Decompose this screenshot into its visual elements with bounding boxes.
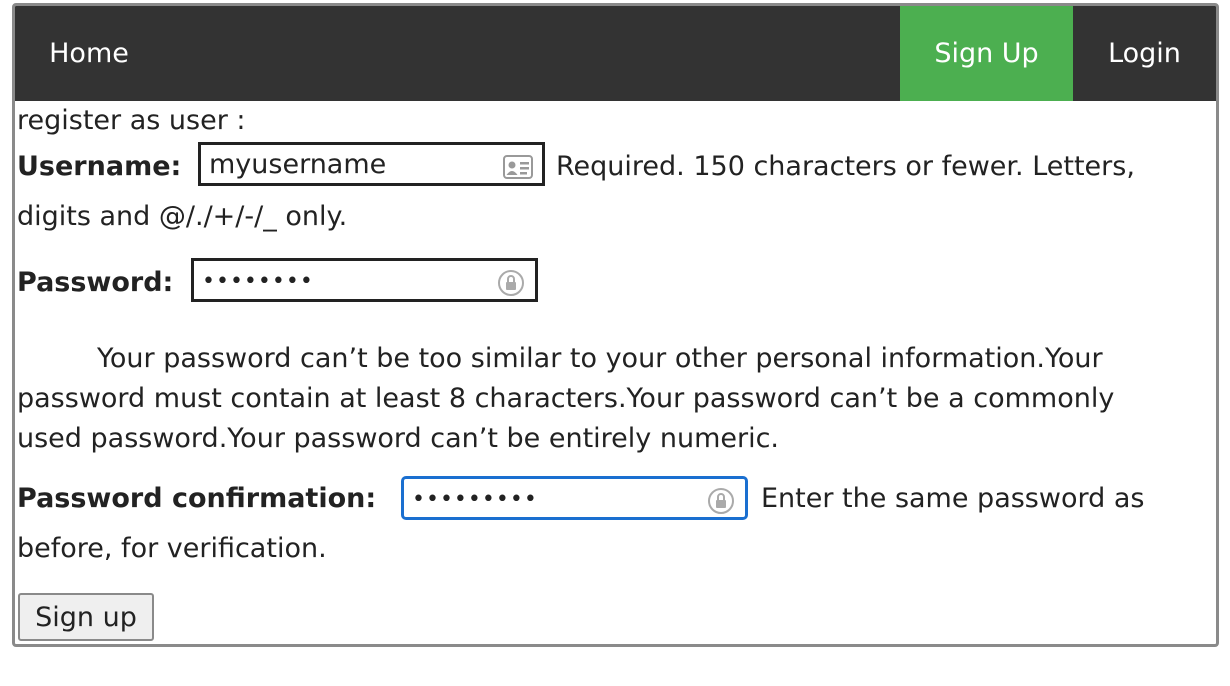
password-confirm-input[interactable]: ••••••••• [401,476,748,520]
username-value: myusername [209,149,387,180]
password-label: Password: [17,267,174,298]
password-help-2: password must contain at least 8 charact… [17,383,1115,414]
username-help-2: digits and @/./+/-/_ only. [17,201,348,232]
nav-login-link[interactable]: Login [1073,6,1216,101]
username-row: Username: [17,149,181,185]
form-intro: register as user : [17,105,246,136]
password-key-icon [498,270,524,296]
password-row: Password: [17,265,173,301]
signup-submit-button[interactable]: Sign up [18,593,154,641]
username-input[interactable]: myusername [198,142,545,186]
top-navbar: Home Sign Up Login [15,6,1216,101]
browser-frame: Home Sign Up Login register as user : Us… [12,3,1219,647]
password-value: •••••••• [202,269,314,294]
password-help-3: used password.Your password can’t be ent… [17,423,780,454]
username-help-1: Required. 150 characters or fewer. Lette… [556,151,1135,182]
password-input[interactable]: •••••••• [191,258,538,302]
nav-signup-link[interactable]: Sign Up [900,6,1073,101]
confirm-value: ••••••••• [412,487,538,512]
password-key-icon [708,488,734,514]
confirm-label: Password confirmation: [17,483,377,514]
confirm-help-1: Enter the same password as [761,483,1145,514]
username-label: Username: [17,151,182,182]
confirm-row: Password confirmation: [17,481,376,517]
nav-home-link[interactable]: Home [15,6,163,101]
contact-card-icon [503,155,533,179]
password-help-1: Your password can’t be too similar to yo… [97,343,1103,374]
confirm-help-2: before, for verification. [17,533,327,564]
